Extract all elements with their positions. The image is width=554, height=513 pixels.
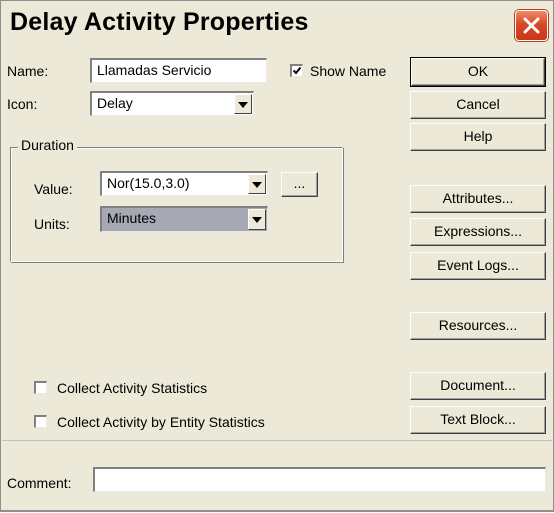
icon-label: Icon:: [7, 96, 38, 112]
expressions-button[interactable]: Expressions...: [410, 218, 546, 246]
dialog-window: Delay Activity Properties Name: Llamadas…: [0, 0, 554, 512]
chevron-down-icon: [252, 182, 262, 188]
icon-select[interactable]: Delay: [90, 91, 254, 116]
collect-activity-stats-label[interactable]: Collect Activity Statistics: [57, 380, 207, 396]
units-select-value: Minutes: [107, 210, 157, 226]
collect-activity-stats-checkbox[interactable]: [34, 381, 47, 394]
show-name-checkbox[interactable]: [290, 64, 303, 77]
chevron-down-icon: [238, 102, 248, 108]
comment-label: Comment:: [7, 475, 72, 491]
name-label: Name:: [7, 63, 49, 79]
chevron-down-icon: [252, 217, 262, 223]
name-field[interactable]: Llamadas Servicio: [90, 58, 267, 83]
value-select-value: Nor(15.0,3.0): [107, 175, 190, 191]
footer-separator: [2, 440, 552, 441]
dialog-title: Delay Activity Properties: [10, 8, 309, 36]
title-bar[interactable]: Delay Activity Properties: [1, 1, 553, 46]
cancel-button[interactable]: Cancel: [410, 91, 546, 119]
resources-button[interactable]: Resources...: [410, 312, 546, 340]
icon-select-dropdown[interactable]: [234, 94, 252, 114]
event-logs-button[interactable]: Event Logs...: [410, 252, 546, 280]
document-button[interactable]: Document...: [410, 372, 546, 400]
duration-group: [10, 147, 343, 262]
attributes-button[interactable]: Attributes...: [410, 185, 546, 213]
show-name-label[interactable]: Show Name: [310, 63, 386, 79]
close-button[interactable]: [515, 10, 548, 41]
value-label: Value:: [34, 181, 73, 197]
text-block-button[interactable]: Text Block...: [410, 406, 546, 434]
help-button[interactable]: Help: [410, 123, 546, 151]
ellipsis-button[interactable]: ...: [281, 172, 318, 197]
icon-select-value: Delay: [97, 95, 133, 111]
duration-group-label: Duration: [18, 137, 77, 153]
checkmark-icon: [292, 66, 302, 75]
collect-entity-stats-label[interactable]: Collect Activity by Entity Statistics: [57, 414, 265, 430]
units-label: Units:: [34, 216, 70, 232]
value-select-dropdown[interactable]: [248, 174, 266, 194]
comment-field[interactable]: [93, 467, 546, 492]
ok-button[interactable]: OK: [411, 58, 545, 86]
units-select[interactable]: Minutes: [100, 206, 268, 232]
units-select-dropdown[interactable]: [248, 209, 266, 230]
value-select[interactable]: Nor(15.0,3.0): [100, 171, 268, 196]
collect-entity-stats-checkbox[interactable]: [34, 415, 47, 428]
close-icon: [523, 17, 540, 34]
